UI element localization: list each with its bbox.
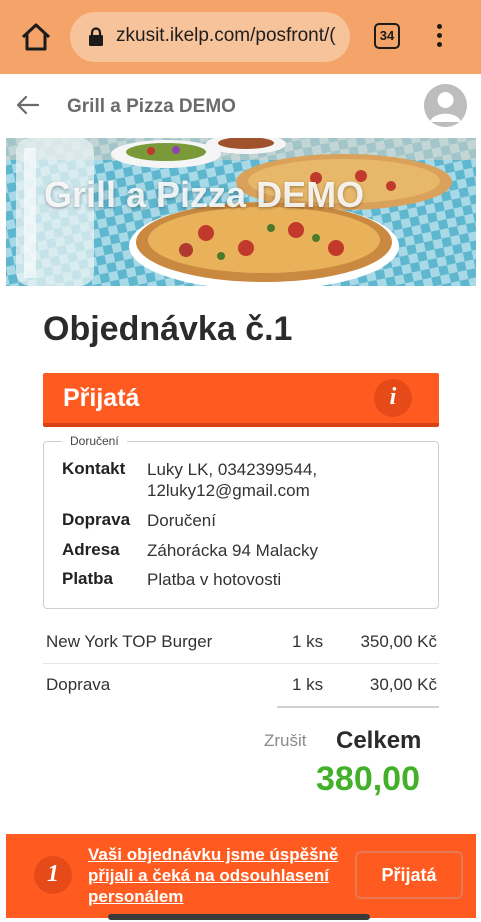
transport-key: Doprava: [62, 510, 131, 529]
url-text[interactable]: zkusit.ikelp.com/posfront/(: [116, 25, 344, 47]
address-bar[interactable]: zkusit.ikelp.com/posfront/(: [70, 12, 350, 62]
order-item-row: Doprava 1 ks 30,00 Kč: [43, 665, 439, 707]
header-title: Grill a Pizza DEMO: [67, 96, 236, 117]
more-menu-icon[interactable]: [430, 24, 448, 50]
item-name: New York TOP Burger: [46, 632, 213, 651]
browser-toolbar: zkusit.ikelp.com/posfront/( 34: [0, 0, 481, 74]
order-progress-panel: 1 Vaši objednávku jsme úspěšně přijali a…: [6, 834, 476, 918]
payment-key: Platba: [62, 569, 114, 588]
total-label: Celkem: [336, 727, 422, 754]
order-title: Objednávka č.1: [43, 310, 293, 348]
payment-value: Platba v hotovosti: [147, 570, 282, 589]
cancel-link[interactable]: Zrušit: [264, 731, 307, 751]
address-value: Záhorácka 94 Malacky: [147, 541, 319, 560]
item-name: Doprava: [46, 675, 111, 694]
restaurant-banner: Grill a Pizza DEMO: [6, 138, 476, 286]
contact-key: Kontakt: [62, 459, 126, 478]
address-key: Adresa: [62, 540, 120, 559]
item-qty: 1 ks: [292, 675, 324, 694]
order-item-row: New York TOP Burger 1 ks 350,00 Kč: [43, 622, 439, 664]
banner-title: Grill a Pizza DEMO: [44, 174, 365, 215]
lock-icon: [89, 27, 103, 46]
order-status-bar: Přijatá i: [43, 373, 439, 427]
status-button[interactable]: Přijatá: [355, 851, 463, 899]
total-divider: [277, 706, 439, 708]
user-avatar-icon[interactable]: [424, 84, 467, 127]
order-status-label: Přijatá: [63, 384, 140, 412]
total-value: 380,00: [316, 760, 420, 798]
home-icon[interactable]: [20, 22, 52, 52]
app-header: Grill a Pizza DEMO: [6, 74, 476, 138]
delivery-details: Doručení Kontakt Luky LK, 0342399544, 12…: [43, 434, 439, 609]
transport-value: Doručení: [147, 511, 216, 530]
info-icon[interactable]: i: [374, 379, 412, 417]
item-qty: 1 ks: [292, 632, 324, 651]
tab-switcher-button[interactable]: 34: [374, 23, 400, 49]
delivery-legend: Doručení: [62, 434, 127, 448]
step-number-badge: 1: [34, 856, 72, 894]
item-price: 350,00 Kč: [360, 632, 437, 651]
row-divider: [43, 663, 439, 664]
contact-value: Luky LK, 0342399544, 12luky12@gmail.com: [147, 460, 318, 500]
gesture-bar: [108, 914, 370, 920]
item-price: 30,00 Kč: [369, 675, 437, 694]
back-arrow-icon[interactable]: [16, 94, 40, 116]
status-message-link[interactable]: Vaši objednávku jsme úspěšně přijali a č…: [88, 844, 350, 907]
